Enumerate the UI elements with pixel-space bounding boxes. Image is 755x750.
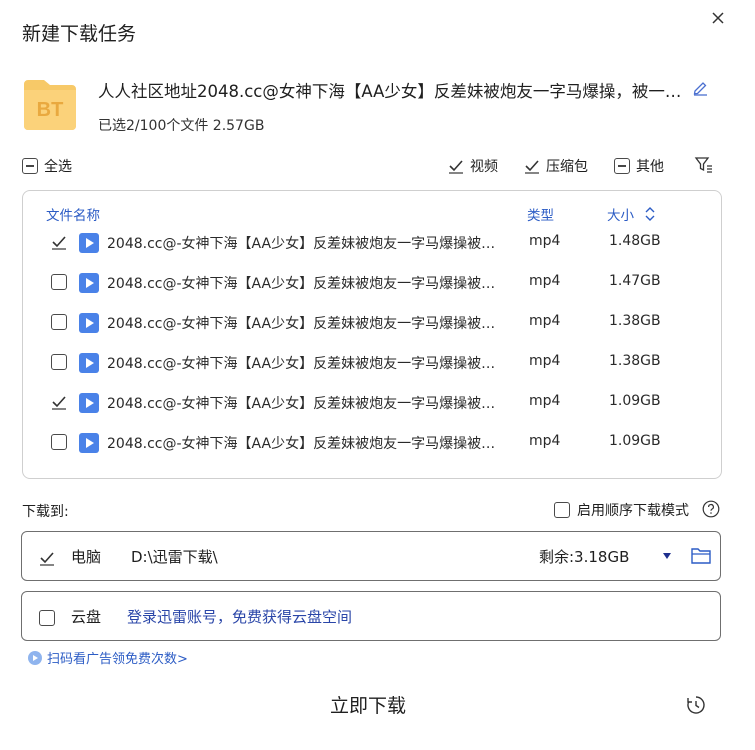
- checkbox-icon: [39, 609, 55, 626]
- checkbox-icon: [51, 354, 67, 370]
- video-file-icon: [79, 393, 99, 413]
- play-circle-icon: [28, 650, 42, 665]
- check-icon: [51, 394, 67, 410]
- file-checkbox[interactable]: [51, 394, 67, 410]
- clock-icon: [687, 696, 705, 714]
- file-size: 1.38GB: [609, 353, 661, 369]
- file-checkbox[interactable]: [51, 434, 67, 450]
- schedule-button[interactable]: [686, 695, 706, 715]
- folder-icon[interactable]: [690, 546, 712, 566]
- file-checkbox[interactable]: [51, 314, 67, 330]
- funnel-icon: [694, 157, 712, 173]
- file-size: 1.47GB: [609, 273, 661, 289]
- check-icon: [448, 158, 464, 174]
- close-icon: [712, 12, 724, 24]
- file-type: mp4: [529, 313, 561, 329]
- file-type: mp4: [529, 433, 561, 449]
- filter-row: 全选 视频 压缩包 其他: [22, 156, 722, 176]
- file-name: 2048.cc@-女神下海【AA少女】反差妹被炮友一字马爆操被一字马爆操: [107, 436, 507, 452]
- file-checkbox[interactable]: [51, 274, 67, 290]
- archive-filter-label: 压缩包: [546, 159, 588, 175]
- promo-text: 扫码看广告领免费次数>: [47, 652, 188, 667]
- file-type: mp4: [529, 393, 561, 409]
- filter-button[interactable]: [694, 155, 714, 175]
- column-name-header[interactable]: 文件名称: [46, 204, 100, 224]
- edit-icon: [693, 82, 707, 96]
- file-size: 1.48GB: [609, 233, 661, 249]
- file-checkbox[interactable]: [51, 234, 67, 250]
- file-name: 2048.cc@-女神下海【AA少女】反差妹被炮友一字马爆操被一字马爆操: [107, 356, 507, 372]
- file-name: 2048.cc@-女神下海【AA少女】反差妹被炮友一字马爆操被一字马爆操: [107, 396, 507, 412]
- promo-link[interactable]: 扫码看广告领免费次数>: [27, 648, 188, 667]
- video-file-icon: [79, 273, 99, 293]
- video-filter-checkbox[interactable]: 视频: [448, 156, 498, 176]
- file-row[interactable]: 2048.cc@-女神下海【AA少女】反差妹被炮友一字马爆操被一字马爆操 mp4 1…: [23, 423, 721, 463]
- file-name: 2048.cc@-女神下海【AA少女】反差妹被炮友一字马爆操被一字马爆操: [107, 316, 507, 332]
- sequential-mode-label: 启用顺序下载模式: [577, 503, 689, 519]
- pc-checkbox[interactable]: [39, 548, 55, 566]
- dropdown-triangle-icon[interactable]: [661, 551, 673, 561]
- bt-badge-text: BT: [37, 99, 64, 121]
- save-target-pc[interactable]: 电脑 D:\迅雷下载\ 剩余:3.18GB: [21, 531, 721, 581]
- task-name: 人人社区地址2048.cc@女神下海【AA少女】反差妹被炮友一字马爆操，被一字马…: [98, 82, 683, 101]
- sort-icon[interactable]: [643, 206, 657, 222]
- file-name: 2048.cc@-女神下海【AA少女】反差妹被炮友一字马爆操被一字马爆操: [107, 236, 507, 252]
- archive-filter-checkbox[interactable]: 压缩包: [524, 156, 588, 176]
- dialog-title: 新建下载任务: [22, 23, 137, 45]
- save-target-cloud[interactable]: 云盘 登录迅雷账号，免费获得云盘空间: [21, 591, 721, 641]
- checkbox-icon: [51, 274, 67, 290]
- checkbox-icon: [554, 502, 570, 518]
- file-type: mp4: [529, 233, 561, 249]
- select-all-label: 全选: [44, 159, 72, 175]
- login-link[interactable]: 登录迅雷账号，免费获得云盘空间: [127, 606, 352, 627]
- file-size: 1.09GB: [609, 393, 661, 409]
- pc-label: 电脑: [71, 548, 102, 566]
- download-now-button[interactable]: 立即下载: [300, 686, 436, 726]
- save-path[interactable]: D:\迅雷下载\: [131, 546, 218, 567]
- list-header: 文件名称 类型 大小: [23, 204, 721, 224]
- file-name: 2048.cc@-女神下海【AA少女】反差妹被炮友一字马爆操被一字马爆操: [107, 276, 507, 292]
- column-type-header[interactable]: 类型: [527, 204, 554, 224]
- file-row[interactable]: 2048.cc@-女神下海【AA少女】反差妹被炮友一字马爆操被一字马爆操 mp4 1…: [23, 343, 721, 383]
- sequential-mode-checkbox[interactable]: 启用顺序下载模式: [554, 500, 689, 520]
- cloud-checkbox[interactable]: [39, 608, 55, 626]
- file-type: mp4: [529, 273, 561, 289]
- file-row[interactable]: 2048.cc@-女神下海【AA少女】反差妹被炮友一字马爆操被一字马爆操 mp4 1…: [23, 263, 721, 303]
- close-button[interactable]: [707, 7, 729, 29]
- video-file-icon: [79, 233, 99, 253]
- file-row[interactable]: 2048.cc@-女神下海【AA少女】反差妹被炮友一字马爆操被一字马爆操 mp4 1…: [23, 303, 721, 343]
- column-size-header[interactable]: 大小: [607, 204, 634, 224]
- check-icon: [51, 234, 67, 250]
- checkbox-icon: [51, 314, 67, 330]
- save-to-label: 下载到:: [22, 504, 69, 520]
- file-list: 文件名称 类型 大小 2048.cc@-女神下海【AA少女】反差妹被炮友一字马爆…: [22, 190, 722, 479]
- video-file-icon: [79, 313, 99, 333]
- bt-file-icon: BT: [22, 76, 78, 132]
- other-filter-label: 其他: [636, 159, 664, 175]
- help-icon: [702, 500, 720, 518]
- remaining-space: 剩余:3.18GB: [539, 548, 630, 566]
- checkbox-icon: [51, 434, 67, 450]
- file-type: mp4: [529, 353, 561, 369]
- task-summary: 已选2/100个文件 2.57GB: [98, 118, 265, 134]
- other-filter-checkbox[interactable]: 其他: [614, 156, 664, 176]
- select-all-checkbox[interactable]: 全选: [22, 156, 72, 176]
- video-file-icon: [79, 433, 99, 453]
- video-file-icon: [79, 353, 99, 373]
- partial-check-icon: [614, 158, 630, 174]
- file-checkbox[interactable]: [51, 354, 67, 370]
- partial-check-icon: [22, 158, 38, 174]
- cloud-label: 云盘: [71, 608, 102, 626]
- help-button[interactable]: [702, 500, 720, 518]
- new-download-dialog: 新建下载任务 BT 人人社区地址2048.cc@女神下海【AA少女】反差妹被炮友…: [0, 0, 755, 750]
- edit-name-button[interactable]: [691, 79, 710, 98]
- check-icon: [39, 550, 55, 566]
- video-filter-label: 视频: [470, 159, 498, 175]
- file-size: 1.09GB: [609, 433, 661, 449]
- check-icon: [524, 158, 540, 174]
- file-size: 1.38GB: [609, 313, 661, 329]
- file-row[interactable]: 2048.cc@-女神下海【AA少女】反差妹被炮友一字马爆操被一字马爆操 mp4 1…: [23, 383, 721, 423]
- file-row[interactable]: 2048.cc@-女神下海【AA少女】反差妹被炮友一字马爆操被一字马爆操 mp4 1…: [23, 223, 721, 263]
